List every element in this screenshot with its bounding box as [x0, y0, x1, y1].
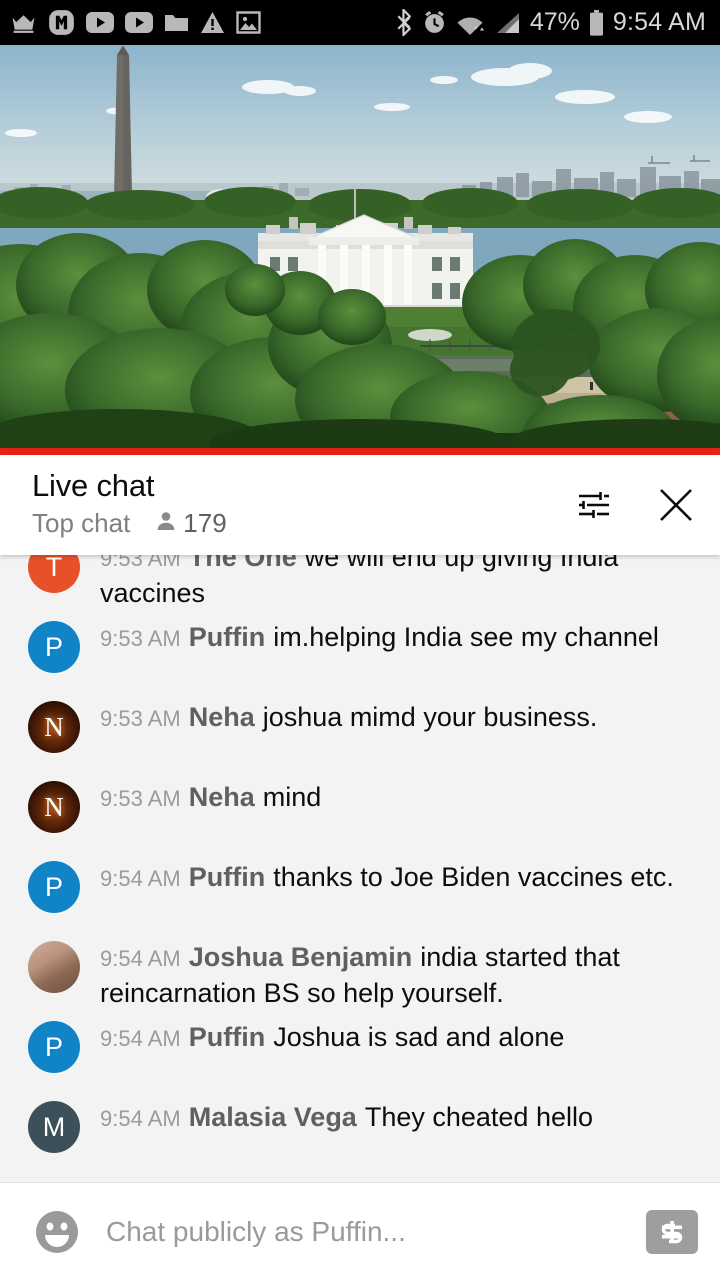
- chat-message[interactable]: T 9:53 AM The One we will end up giving Ind…: [0, 555, 720, 617]
- chat-message[interactable]: N 9:53 AM Neha mind: [0, 777, 720, 857]
- phone-screen: 47% 9:54 AM Live chat Top chat 179 T 9:5…: [0, 0, 720, 1280]
- chat-input-bar: [0, 1182, 720, 1280]
- close-icon[interactable]: [654, 483, 698, 527]
- message-body: 9:54 AM Puffin Joshua is sad and alone: [100, 1017, 572, 1056]
- message-timestamp: 9:54 AM: [100, 946, 181, 971]
- chat-message[interactable]: 9:54 AM Joshua Benjamin india started that…: [0, 937, 720, 1017]
- live-chat-actions: [572, 469, 698, 527]
- message-author[interactable]: The One: [189, 555, 297, 572]
- message-body: 9:54 AM Joshua Benjamin india started that…: [100, 937, 702, 1012]
- message-author[interactable]: Neha: [189, 702, 255, 732]
- white-house-live-image: [0, 45, 720, 448]
- wifi-icon: [456, 11, 486, 35]
- chat-message-list[interactable]: T 9:53 AM The One we will end up giving Ind…: [0, 555, 720, 1182]
- message-author[interactable]: Malasia Vega: [189, 1102, 357, 1132]
- viewer-count-label: 179: [183, 508, 227, 539]
- battery-percent-label: 47%: [529, 8, 580, 36]
- avatar[interactable]: [28, 941, 80, 993]
- message-text: thanks to Joe Biden vaccines etc.: [273, 862, 674, 892]
- message-author[interactable]: Neha: [189, 782, 255, 812]
- chat-subheader: Top chat 179: [32, 509, 572, 538]
- message-timestamp: 9:54 AM: [100, 866, 181, 891]
- message-timestamp: 9:53 AM: [100, 706, 181, 731]
- alarm-icon: [422, 10, 447, 35]
- avatar-letter: T: [45, 555, 63, 582]
- message-text: Joshua is sad and alone: [273, 1022, 565, 1052]
- sliders-icon[interactable]: [572, 483, 616, 527]
- video-progress-bar[interactable]: [0, 448, 720, 455]
- message-timestamp: 9:54 AM: [100, 1026, 181, 1051]
- status-bar-system-icons: 47% 9:54 AM: [396, 9, 706, 36]
- avatar-letter: N: [44, 791, 64, 822]
- avatar-letter: P: [44, 1031, 63, 1062]
- message-body: 9:53 AM Neha mind: [100, 777, 329, 816]
- message-body: 9:53 AM Neha joshua mimd your business.: [100, 697, 605, 736]
- avatar-letter: N: [44, 711, 64, 742]
- page-title: Live chat: [32, 468, 155, 503]
- chat-message[interactable]: P 9:54 AM Puffin Joshua is sad and alone: [0, 1017, 720, 1097]
- message-timestamp: 9:54 AM: [100, 1106, 181, 1131]
- folder-icon: [164, 12, 189, 34]
- avatar[interactable]: P: [28, 1021, 80, 1073]
- live-chat-titles: Live chat Top chat 179: [32, 468, 572, 538]
- avatar[interactable]: P: [28, 861, 80, 913]
- message-timestamp: 9:53 AM: [100, 786, 181, 811]
- status-bar: 47% 9:54 AM: [0, 0, 720, 45]
- avatar[interactable]: N: [28, 781, 80, 833]
- chat-message[interactable]: P 9:53 AM Puffin im.helping India see my ch…: [0, 617, 720, 697]
- avatar[interactable]: T: [28, 555, 80, 593]
- crown-icon: [10, 12, 37, 34]
- photo-icon: [236, 11, 261, 34]
- avatar[interactable]: P: [28, 621, 80, 673]
- message-timestamp: 9:53 AM: [100, 626, 181, 651]
- avatar-letter: M: [42, 1111, 66, 1142]
- video-player[interactable]: [0, 45, 720, 448]
- chat-input[interactable]: [106, 1215, 646, 1248]
- message-body: 9:54 AM Malasia Vega They cheated hello: [100, 1097, 601, 1136]
- viewer-count-group: 179: [154, 508, 227, 539]
- message-author[interactable]: Puffin: [189, 862, 265, 892]
- video-progress-fill: [0, 448, 720, 455]
- message-text: They cheated hello: [364, 1102, 593, 1132]
- live-chat-header: Live chat Top chat 179: [0, 455, 720, 555]
- message-author[interactable]: Puffin: [189, 1022, 265, 1052]
- youtube-icon: [86, 12, 114, 33]
- person-icon: [154, 509, 178, 538]
- message-text: joshua mimd your business.: [262, 702, 598, 732]
- message-text: mind: [262, 782, 322, 812]
- emoji-smiley-icon[interactable]: [30, 1205, 84, 1259]
- message-author[interactable]: Puffin: [189, 622, 265, 652]
- youtube-icon-2: [125, 12, 153, 33]
- signal-icon: [495, 11, 521, 35]
- message-text: im.helping India see my channel: [273, 622, 659, 652]
- avatar[interactable]: M: [28, 1101, 80, 1153]
- avatar-letter: P: [44, 871, 63, 902]
- message-timestamp: 9:53 AM: [100, 555, 181, 571]
- avatar[interactable]: N: [28, 701, 80, 753]
- chat-message[interactable]: M 9:54 AM Malasia Vega They cheated hello: [0, 1097, 720, 1177]
- avatar-letter: P: [44, 631, 63, 662]
- chat-message[interactable]: N 9:53 AM Neha joshua mimd your business.: [0, 697, 720, 777]
- m-app-icon: [48, 9, 75, 36]
- bluetooth-icon: [396, 9, 413, 36]
- dollar-icon[interactable]: [646, 1209, 698, 1254]
- chat-mode-label[interactable]: Top chat: [32, 510, 130, 536]
- status-bar-notification-icons: [10, 9, 396, 36]
- chat-message[interactable]: P 9:54 AM Puffin thanks to Joe Biden vaccin…: [0, 857, 720, 937]
- message-body: 9:54 AM Puffin thanks to Joe Biden vaccine…: [100, 857, 682, 896]
- battery-icon: [589, 9, 604, 36]
- clock-label: 9:54 AM: [612, 8, 706, 36]
- warning-icon: [200, 11, 225, 34]
- message-author[interactable]: Joshua Benjamin: [189, 942, 413, 972]
- message-body: 9:53 AM The One we will end up giving Indi…: [100, 555, 702, 612]
- message-body: 9:53 AM Puffin im.helping India see my cha…: [100, 617, 667, 656]
